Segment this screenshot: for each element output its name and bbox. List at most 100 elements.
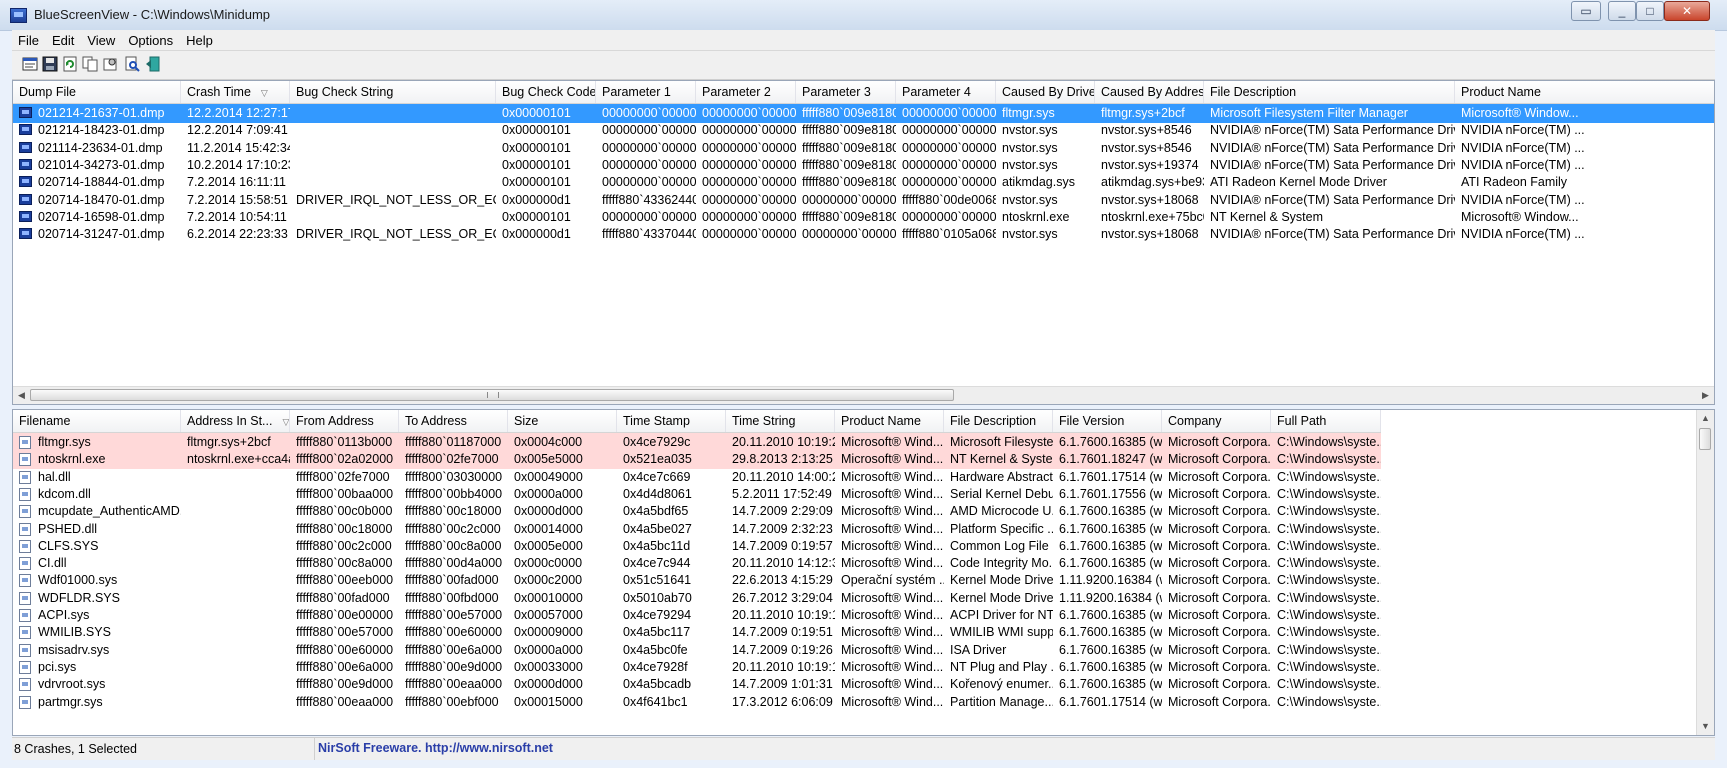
table-row[interactable]: ACPI.sys fffff880`00e00000 fffff880`00e570… (13, 606, 1381, 625)
column-header-dump-file[interactable]: Dump File (13, 81, 181, 103)
menu-options[interactable]: Options (122, 30, 180, 49)
column-header-time-stamp[interactable]: Time Stamp (617, 410, 726, 432)
column-header-caused-by-driver[interactable]: Caused By Driver (996, 81, 1095, 103)
table-row[interactable]: fltmgr.sys fltmgr.sys+2bcf fffff880`0113b0… (13, 433, 1381, 452)
table-cell: 0x521ea035 (617, 450, 726, 470)
table-cell: PSHED.dll (13, 520, 181, 539)
table-row[interactable]: 020714-18470-01.dmp 7.2.2014 15:58:51 DRIV… (13, 191, 1714, 210)
table-cell: fffff800`02a02000 (290, 450, 399, 470)
menu-help[interactable]: Help (180, 30, 220, 49)
table-row[interactable]: WMILIB.SYS fffff880`00e57000 fffff880`00e6… (13, 623, 1381, 642)
column-header-file-description[interactable]: File Description (1204, 81, 1455, 103)
table-row[interactable]: 021114-23634-01.dmp 11.2.2014 15:42:34 0x0… (13, 139, 1714, 158)
table-row[interactable]: WDFLDR.SYS fffff880`00fad000 fffff880`00fb… (13, 589, 1381, 608)
column-header-company[interactable]: Company (1162, 410, 1271, 432)
table-cell: Platform Specific ... (950, 521, 1053, 536)
table-row[interactable]: Wdf01000.sys fffff880`00eeb000 fffff880`00… (13, 571, 1381, 590)
scroll-left-icon[interactable]: ◀ (13, 387, 30, 404)
table-row[interactable]: msisadrv.sys fffff880`00e60000 fffff880`00… (13, 641, 1381, 660)
column-header-crash-time[interactable]: Crash Time ▽ (181, 81, 290, 103)
table-row[interactable]: 020714-31247-01.dmp 6.2.2014 22:23:33 DRIV… (13, 225, 1714, 244)
column-header-bug-check-string[interactable]: Bug Check String (290, 81, 496, 103)
close-button[interactable]: ✕ (1664, 1, 1710, 21)
column-header-parameter-3[interactable]: Parameter 3 (796, 81, 896, 103)
scroll-down-icon[interactable]: ▼ (1697, 718, 1714, 735)
table-cell: 0x00000101 (502, 140, 571, 155)
table-cell: Microsoft Corpora... (1168, 659, 1271, 674)
table-row[interactable]: CLFS.SYS fffff880`00c2c000 fffff880`00c8a0… (13, 537, 1381, 556)
minimize-button[interactable]: _ (1608, 1, 1636, 21)
crash-dump-list[interactable]: Dump File Crash Time ▽ Bug Check String Bug … (12, 80, 1715, 405)
table-row[interactable]: vdrvroot.sys fffff880`00e9d000 fffff880`00… (13, 675, 1381, 694)
maximize-button[interactable]: □ (1636, 1, 1664, 21)
table-cell: 0x005e5000 (508, 450, 617, 470)
menu-view[interactable]: View (81, 30, 122, 49)
copy-icon[interactable] (82, 56, 98, 72)
find-icon[interactable] (124, 56, 140, 72)
table-row[interactable]: 020714-16598-01.dmp 7.2.2014 10:54:11 0x00… (13, 208, 1714, 227)
table-row[interactable]: kdcom.dll fffff800`00baa000 fffff800`00bb4… (13, 485, 1381, 504)
table-row[interactable]: partmgr.sys fffff880`00eaa000 fffff880`00e… (13, 693, 1381, 712)
table-row[interactable]: 021214-18423-01.dmp 12.2.2014 7:09:41 0x00… (13, 121, 1714, 140)
table-row[interactable]: CI.dll fffff880`00c8a000 fffff880`00d4a000… (13, 554, 1381, 573)
table-cell: 7.2.2014 10:54:11 (187, 209, 287, 224)
exit-icon[interactable] (145, 56, 161, 72)
table-cell: pci.sys (13, 658, 181, 677)
table-row[interactable]: ntoskrnl.exe ntoskrnl.exe+cca4a fffff800`0… (13, 450, 1381, 470)
table-cell: Microsoft Filesyste... (944, 433, 1053, 452)
table-cell (181, 554, 290, 573)
scrollbar-thumb[interactable] (30, 389, 954, 401)
options-icon[interactable] (102, 56, 118, 72)
column-header-parameter-1[interactable]: Parameter 1 (596, 81, 696, 103)
vertical-scrollbar[interactable]: ▲ ▼ (1696, 410, 1714, 735)
column-header-parameter-4[interactable]: Parameter 4 (896, 81, 996, 103)
driver-file-icon (19, 678, 31, 692)
horizontal-scrollbar[interactable]: ◀ ▶ (13, 386, 1714, 404)
table-cell: 00000000`000000... (702, 140, 796, 155)
table-cell: 0x00000101 (502, 175, 571, 190)
column-header-bug-check-code[interactable]: Bug Check Code (496, 81, 596, 103)
save-icon[interactable] (42, 56, 58, 72)
column-header-file-version[interactable]: File Version (1053, 410, 1162, 432)
table-row[interactable]: 021214-21637-01.dmp 12.2.2014 12:27:17 0x0… (13, 104, 1714, 123)
scroll-right-icon[interactable]: ▶ (1697, 387, 1714, 404)
table-cell: NVIDIA® nForce(TM) Sata Performance Driv… (1210, 123, 1455, 138)
column-header-full-path[interactable]: Full Path (1271, 410, 1381, 432)
table-row[interactable]: mcupdate_AuthenticAMD.dll fffff880`00c0b0… (13, 502, 1381, 521)
scroll-up-icon[interactable]: ▲ (1697, 410, 1714, 427)
extra-window-button[interactable]: ▭ (1571, 1, 1601, 21)
column-header-label: From Address (296, 414, 374, 428)
column-header-time-string[interactable]: Time String (726, 410, 835, 432)
properties-icon[interactable] (22, 56, 38, 72)
menu-file[interactable]: File (12, 30, 46, 49)
column-header-filename[interactable]: Filename (13, 410, 181, 432)
column-header-to-address[interactable]: To Address (399, 410, 508, 432)
table-cell (181, 693, 290, 712)
table-cell: fffff880`009e8180 (802, 209, 896, 224)
table-row[interactable]: hal.dll fffff800`02fe7000 fffff800`0303000… (13, 468, 1381, 487)
menu-edit[interactable]: Edit (46, 30, 81, 49)
table-cell: 0x4a5bc11d (623, 538, 691, 553)
refresh-icon[interactable] (62, 56, 78, 72)
driver-list[interactable]: Filename Address In St... ▽ From Address To … (12, 409, 1715, 736)
table-row[interactable]: 021014-34273-01.dmp 10.2.2014 17:10:23 0x0… (13, 156, 1714, 175)
table-row[interactable]: 020714-18844-01.dmp 7.2.2014 16:11:11 0x00… (13, 173, 1714, 192)
column-header-file-description[interactable]: File Description (944, 410, 1053, 432)
column-header-from-address[interactable]: From Address (290, 410, 399, 432)
scrollbar-thumb[interactable] (1699, 428, 1711, 450)
table-cell: 0x4f641bc1 (623, 694, 688, 709)
table-row[interactable]: PSHED.dll fffff880`00c18000 fffff880`00c2c… (13, 520, 1381, 539)
column-header-size[interactable]: Size (508, 410, 617, 432)
column-header-product-name[interactable]: Product Name (1455, 81, 1714, 103)
nirsoft-link[interactable]: NirSoft Freeware. http://www.nirsoft.net (318, 738, 553, 758)
table-row[interactable]: pci.sys fffff880`00e6a000 fffff880`00e9d00… (13, 658, 1381, 677)
table-cell (181, 641, 290, 660)
table-cell: 0x4d4d8061 (623, 486, 692, 501)
table-cell: 00000000`000000... (802, 227, 896, 242)
column-header-address-in-st[interactable]: Address In St... ▽ (181, 410, 290, 432)
table-cell: Microsoft® Wind... (841, 677, 944, 692)
column-header-caused-by-address[interactable]: Caused By Address (1095, 81, 1204, 103)
column-header-parameter-2[interactable]: Parameter 2 (696, 81, 796, 103)
table-cell: 00000000`000000... (902, 140, 996, 155)
column-header-product-name[interactable]: Product Name (835, 410, 944, 432)
